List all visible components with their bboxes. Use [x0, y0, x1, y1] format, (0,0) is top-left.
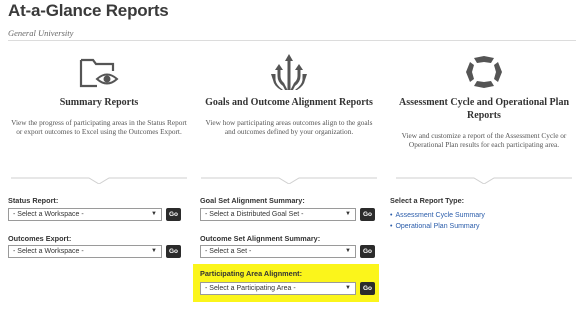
- chevron-down-icon: ▼: [345, 248, 351, 254]
- outcome-set-alignment-select-value: - Select a Set -: [205, 248, 252, 255]
- cycle-icon: [390, 52, 578, 92]
- alignment-reports-title: Goals and Outcome Alignment Reports: [205, 97, 373, 108]
- outcome-set-alignment-go-button[interactable]: Go: [360, 245, 375, 258]
- alignment-reports-description: View how participating areas outcomes al…: [205, 118, 373, 137]
- organization-name: General University: [8, 28, 74, 38]
- section-divider: [201, 177, 377, 184]
- chevron-down-icon: ▼: [151, 248, 157, 254]
- assessment-cycle-summary-link[interactable]: • Assessment Cycle Summary: [390, 212, 485, 219]
- chevron-down-icon: ▼: [345, 211, 351, 217]
- goal-set-alignment-label: Goal Set Alignment Summary:: [200, 196, 305, 205]
- converging-arrows-icon: [195, 52, 383, 92]
- assessment-cycle-summary-link-text: Assessment Cycle Summary: [395, 212, 485, 219]
- status-report-select-value: - Select a Workspace -: [13, 211, 84, 218]
- summary-reports-description: View the progress of participating areas…: [11, 118, 187, 137]
- assessment-reports-description: View and customize a report of the Asses…: [401, 131, 567, 150]
- summary-reports-title: Summary Reports: [59, 97, 139, 108]
- chevron-down-icon: ▼: [345, 285, 351, 291]
- page-title: At-a-Glance Reports: [8, 1, 169, 20]
- title-divider: [8, 40, 576, 41]
- participating-area-select-value: - Select a Participating Area -: [205, 285, 296, 292]
- operational-plan-summary-link-text: Operational Plan Summary: [395, 223, 480, 230]
- outcomes-export-select[interactable]: - Select a Workspace - ▼: [8, 245, 162, 258]
- assessment-reports-title: Assessment Cycle and Operational Plan Re…: [399, 97, 569, 121]
- report-type-label: Select a Report Type:: [390, 196, 465, 205]
- outcomes-export-go-button[interactable]: Go: [166, 245, 181, 258]
- folder-eye-icon: [5, 52, 193, 92]
- goal-set-alignment-go-button[interactable]: Go: [360, 208, 375, 221]
- participating-area-label: Participating Area Alignment:: [200, 269, 303, 278]
- outcomes-export-select-value: - Select a Workspace -: [13, 248, 84, 255]
- participating-area-go-button[interactable]: Go: [360, 282, 375, 295]
- bullet-icon: •: [390, 223, 393, 230]
- operational-plan-summary-link[interactable]: • Operational Plan Summary: [390, 223, 480, 230]
- status-report-select[interactable]: - Select a Workspace - ▼: [8, 208, 162, 221]
- outcome-set-alignment-select[interactable]: - Select a Set - ▼: [200, 245, 356, 258]
- chevron-down-icon: ▼: [151, 211, 157, 217]
- outcomes-export-label: Outcomes Export:: [8, 234, 72, 243]
- section-divider: [396, 177, 572, 184]
- goal-set-alignment-select-value: - Select a Distributed Goal Set -: [205, 211, 304, 218]
- bullet-icon: •: [390, 212, 393, 219]
- status-report-label: Status Report:: [8, 196, 59, 205]
- section-divider: [11, 177, 187, 184]
- outcome-set-alignment-label: Outcome Set Alignment Summary:: [200, 234, 321, 243]
- goal-set-alignment-select[interactable]: - Select a Distributed Goal Set - ▼: [200, 208, 356, 221]
- status-report-go-button[interactable]: Go: [166, 208, 181, 221]
- participating-area-select[interactable]: - Select a Participating Area - ▼: [200, 282, 356, 295]
